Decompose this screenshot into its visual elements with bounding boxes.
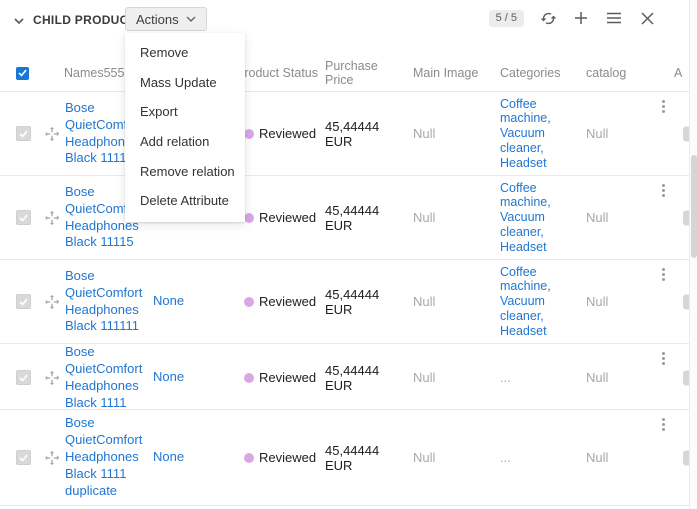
- catalog-value: Null: [586, 210, 608, 225]
- relation-link[interactable]: None: [153, 369, 184, 386]
- purchase-price-value: 45,44444 EUR: [325, 119, 409, 149]
- main-image-value: Null: [413, 294, 435, 309]
- product-name-link[interactable]: Bose QuietComfort Headphones Black 11111…: [65, 268, 145, 336]
- actions-dropdown-menu: Remove Mass Update Export Add relation R…: [125, 33, 245, 222]
- row-menu-icon[interactable]: [656, 415, 670, 433]
- menu-item-remove[interactable]: Remove: [125, 38, 245, 68]
- column-header-catalog[interactable]: catalog: [582, 55, 650, 91]
- panel-header: CHILD PRODUCTS Actions 5 / 5: [0, 0, 689, 42]
- relation-link[interactable]: None: [153, 449, 184, 466]
- categories-links[interactable]: Coffee machine, Vacuum cleaner, Headset: [500, 97, 558, 171]
- purchase-price-value: 45,44444 EUR: [325, 203, 409, 233]
- purchase-price-value: 45,44444 EUR: [325, 363, 409, 393]
- categories-links[interactable]: Coffee machine, Vacuum cleaner, Headset: [500, 265, 558, 339]
- menu-item-delete-attribute[interactable]: Delete Attribute: [125, 186, 245, 216]
- row-menu-icon[interactable]: [656, 349, 670, 367]
- status-dot: [244, 297, 254, 307]
- column-header-main-image[interactable]: Main Image: [409, 55, 497, 91]
- table-row: Bose QuietComfort Headphones Black 11117…: [0, 92, 689, 176]
- status-label: Reviewed: [259, 294, 316, 309]
- status-dot: [244, 129, 254, 139]
- drag-handle-icon[interactable]: [44, 294, 60, 310]
- menu-item-remove-relation[interactable]: Remove relation: [125, 157, 245, 187]
- catalog-value: Null: [586, 370, 608, 385]
- main-image-value: Null: [413, 126, 435, 141]
- categories-ellipsis: ...: [500, 370, 511, 385]
- plus-icon[interactable]: [572, 9, 590, 27]
- table-row: Bose QuietComfort Headphones Black 1111 …: [0, 410, 689, 506]
- actions-button[interactable]: Actions: [125, 7, 207, 31]
- menu-item-mass-update[interactable]: Mass Update: [125, 68, 245, 98]
- menu-item-add-relation[interactable]: Add relation: [125, 127, 245, 157]
- purchase-price-value: 45,44444 EUR: [325, 287, 409, 317]
- product-name-link[interactable]: Bose QuietComfort Headphones Black 1111: [65, 344, 145, 412]
- close-icon[interactable]: [638, 9, 656, 27]
- main-image-value: Null: [413, 370, 435, 385]
- chevron-down-icon[interactable]: [11, 13, 27, 29]
- table-row: Bose QuietComfort Headphones Black 11115…: [0, 176, 689, 260]
- status-dot: [244, 373, 254, 383]
- main-image-value: Null: [413, 210, 435, 225]
- status-label: Reviewed: [259, 450, 316, 465]
- column-header-purchase-price[interactable]: Purchase Price: [323, 55, 409, 91]
- record-counter: 5 / 5: [489, 10, 524, 27]
- status-label: Reviewed: [259, 126, 316, 141]
- product-name-link[interactable]: Bose QuietComfort Headphones Black 1111 …: [65, 415, 145, 499]
- chevron-down-icon: [186, 16, 196, 22]
- row-checkbox[interactable]: [16, 210, 31, 225]
- select-all-checkbox[interactable]: [16, 67, 29, 80]
- categories-links[interactable]: Coffee machine, Vacuum cleaner, Headset: [500, 181, 558, 255]
- row-menu-icon[interactable]: [656, 181, 670, 199]
- row-checkbox[interactable]: [16, 126, 31, 141]
- purchase-price-value: 45,44444 EUR: [325, 443, 409, 473]
- drag-handle-icon[interactable]: [44, 370, 60, 386]
- table-header-row: Names555 Product Status Purchase Price M…: [0, 55, 689, 92]
- column-header-categories[interactable]: Categories: [497, 55, 582, 91]
- status-dot: [244, 213, 254, 223]
- status-label: Reviewed: [259, 370, 316, 385]
- table-row: Bose QuietComfort Headphones Black 1111 …: [0, 344, 689, 410]
- panel-toolbar: 5 / 5: [489, 9, 656, 27]
- row-menu-icon[interactable]: [656, 97, 670, 115]
- drag-handle-icon[interactable]: [44, 450, 60, 466]
- menu-icon[interactable]: [605, 9, 623, 27]
- menu-item-export[interactable]: Export: [125, 97, 245, 127]
- catalog-value: Null: [586, 294, 608, 309]
- relation-link[interactable]: None: [153, 293, 184, 310]
- catalog-value: Null: [586, 450, 608, 465]
- refresh-icon[interactable]: [539, 9, 557, 27]
- drag-handle-icon[interactable]: [44, 126, 60, 142]
- scrollbar-thumb[interactable]: [691, 155, 697, 258]
- table-row: Bose QuietComfort Headphones Black 11111…: [0, 260, 689, 344]
- row-checkbox[interactable]: [16, 370, 31, 385]
- status-label: Reviewed: [259, 210, 316, 225]
- main-image-value: Null: [413, 450, 435, 465]
- catalog-value: Null: [586, 126, 608, 141]
- row-menu-icon[interactable]: [656, 265, 670, 283]
- categories-ellipsis: ...: [500, 450, 511, 465]
- actions-button-label: Actions: [136, 12, 179, 27]
- row-checkbox[interactable]: [16, 294, 31, 309]
- vertical-scrollbar[interactable]: [689, 0, 697, 509]
- drag-handle-icon[interactable]: [44, 210, 60, 226]
- child-products-panel: CHILD PRODUCTS Actions 5 / 5: [0, 0, 697, 509]
- row-checkbox[interactable]: [16, 450, 31, 465]
- column-header-partial[interactable]: A: [650, 55, 689, 91]
- child-products-table: Names555 Product Status Purchase Price M…: [0, 55, 689, 506]
- status-dot: [244, 453, 254, 463]
